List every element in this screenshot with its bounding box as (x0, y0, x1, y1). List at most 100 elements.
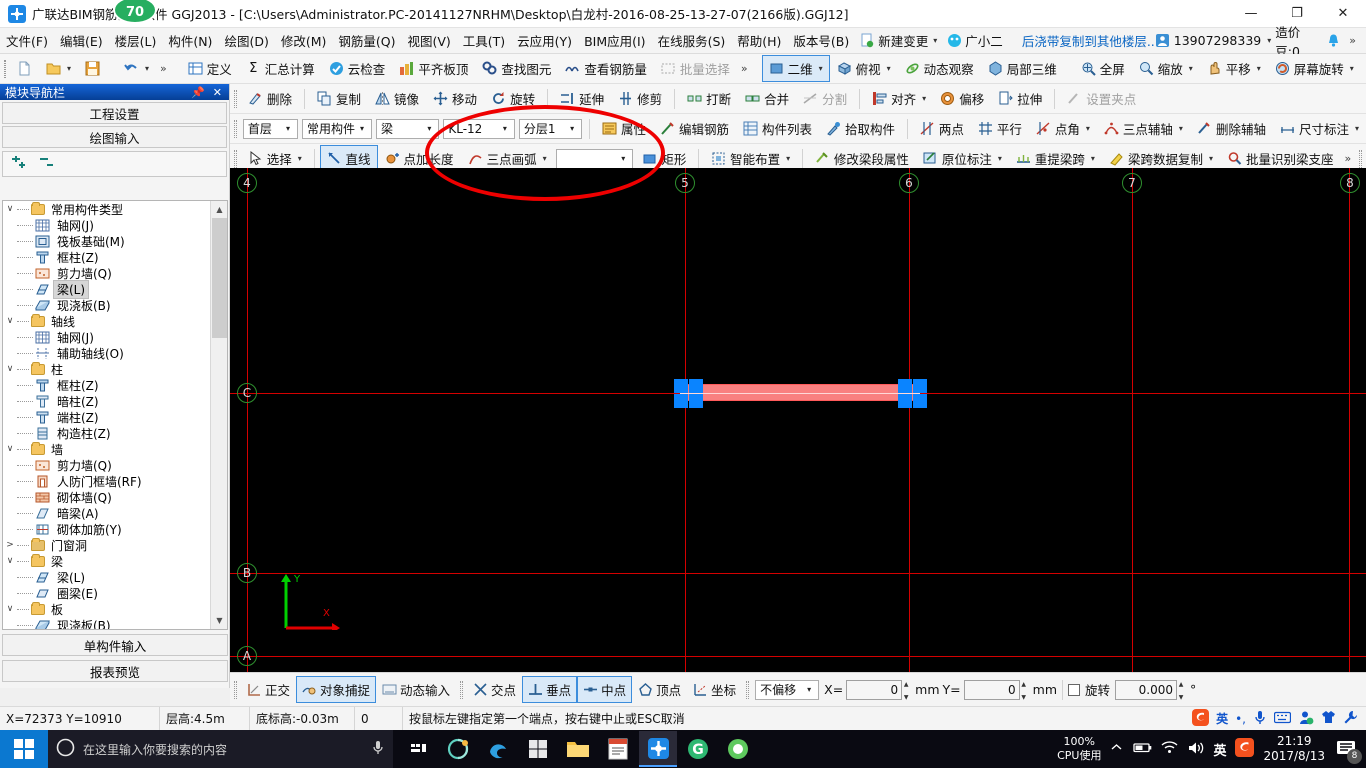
menu-floor[interactable]: 楼层(L) (109, 28, 163, 53)
menu-help[interactable]: 帮助(H) (731, 28, 787, 53)
zoom-button[interactable]: 缩放 ▾ (1132, 55, 1200, 82)
tree-item[interactable]: 圈梁(E) (3, 585, 211, 601)
drawing-canvas[interactable]: 4 5 6 7 8 C B A Y X (230, 168, 1366, 672)
view-2d-button[interactable]: 二维 ▾ (761, 55, 830, 82)
taskbar-app-spiral[interactable] (439, 731, 477, 767)
three-point-axis-button[interactable]: 三点辅轴 ▾ (1097, 115, 1190, 142)
tree-item[interactable]: 梁(L) (3, 569, 211, 585)
break-button[interactable]: 打断 (680, 85, 738, 112)
menu-tools[interactable]: 工具(T) (457, 28, 511, 53)
menubar-overflow[interactable]: » (1345, 34, 1360, 47)
chevron-down-icon[interactable]: ▾ (1086, 124, 1090, 133)
chevron-down-icon[interactable]: ▾ (543, 154, 547, 163)
taskbar-app-green-circle[interactable] (719, 731, 757, 767)
menu-cloud[interactable]: 云应用(Y) (511, 28, 578, 53)
layer-select[interactable]: 分层1 ▾ (518, 118, 583, 139)
tree-scrollbar[interactable]: ▲ ▼ (210, 201, 227, 629)
notification-center-button[interactable]: 8 (1334, 736, 1362, 764)
mic-icon[interactable] (1253, 710, 1267, 728)
chevron-down-icon[interactable]: ▾ (1350, 64, 1354, 73)
start-button[interactable] (0, 730, 48, 768)
draw-extra-select[interactable]: ▾ (555, 148, 634, 169)
tree-item[interactable]: ∨ 轴线 (3, 313, 211, 329)
chevron-down-icon[interactable]: ▾ (1257, 64, 1261, 73)
tree-item[interactable]: 现浇板(B) (3, 297, 211, 313)
chevron-down-icon[interactable]: ∨ (3, 204, 17, 214)
snap-coordinate[interactable]: 坐标 (687, 676, 742, 703)
mirror-button[interactable]: 镜像 (368, 85, 426, 112)
taskbar-app-store[interactable] (519, 731, 557, 767)
top-view-button[interactable]: 俯视 ▾ (830, 55, 898, 82)
move-button[interactable]: 移动 (426, 85, 484, 112)
properties-button[interactable]: 属性 (595, 115, 653, 142)
grip-handle[interactable] (674, 379, 688, 393)
wifi-icon[interactable] (1161, 741, 1178, 757)
dynamic-input-toggle[interactable]: 动态输入 (376, 676, 456, 703)
merge-button[interactable]: 合并 (738, 85, 796, 112)
chevron-down-icon[interactable]: ∨ (3, 364, 17, 374)
x-spinner[interactable]: ▲ ▼ (901, 681, 911, 701)
menu-file[interactable]: 文件(F) (0, 28, 54, 53)
tree-item[interactable]: ∨ 常用构件类型 (3, 201, 211, 217)
component-list-button[interactable]: 构件列表 (736, 115, 819, 142)
offset-group-grip[interactable] (746, 680, 750, 699)
menu-rebar[interactable]: 钢筋量(Q) (332, 28, 401, 53)
chevron-down-icon[interactable]: ▾ (281, 124, 295, 133)
view-rebar-button[interactable]: 查看钢筋量 (558, 55, 654, 82)
toolbar-grip[interactable] (4, 59, 6, 78)
tree-item[interactable]: 端柱(Z) (3, 409, 211, 425)
summary-calc-button[interactable]: Σ 汇总计算 (239, 55, 322, 82)
chevron-down-icon[interactable]: ▾ (355, 124, 369, 133)
undo-button[interactable]: ▾ (117, 57, 156, 80)
chevron-down-icon[interactable]: ▾ (1091, 154, 1095, 163)
copy-button[interactable]: 复制 (310, 85, 368, 112)
fullscreen-button[interactable]: 全屏 (1074, 55, 1132, 82)
grip-handle[interactable] (898, 379, 912, 393)
tree-item[interactable]: 暗柱(Z) (3, 393, 211, 409)
ortho-toggle[interactable]: 正交 (241, 676, 296, 703)
pan-button[interactable]: 平移 ▾ (1200, 55, 1268, 82)
tree-item[interactable]: 砌体墙(Q) (3, 489, 211, 505)
tree-item[interactable]: 构造柱(Z) (3, 425, 211, 441)
menu-version[interactable]: 版本号(B) (787, 28, 855, 53)
define-button[interactable]: 定义 (181, 55, 239, 82)
component-tree[interactable]: ∨ 常用构件类型 轴网(J) 筏板基础(M) 框柱(Z) 剪力墙(Q) 梁(L) 现浇板(B)… (2, 200, 228, 630)
ime-punct-icon[interactable]: •, (1235, 712, 1246, 726)
chevron-down-icon[interactable]: ∨ (3, 556, 17, 566)
chevron-down-icon[interactable]: ▾ (1189, 64, 1193, 73)
floor-select[interactable]: 首层 ▾ (242, 118, 299, 139)
draw-toolbar-overflow[interactable]: » (1341, 152, 1356, 165)
tree-item[interactable]: 现浇板(B) (3, 617, 211, 629)
ime-mode-label[interactable]: 英 (1216, 710, 1228, 727)
chevron-down-icon[interactable]: ∨ (3, 444, 17, 454)
chevron-up-icon[interactable] (1110, 741, 1123, 757)
taskbar-clock[interactable]: 21:19 2017/8/13 (1263, 734, 1325, 764)
find-element-button[interactable]: 查找图元 (475, 55, 558, 82)
component-toolbar-grip[interactable] (234, 119, 237, 138)
scroll-down-icon[interactable]: ▼ (211, 612, 227, 629)
bell-icon[interactable] (1326, 33, 1341, 48)
taskbar-ime-label[interactable]: 英 (1213, 740, 1226, 759)
align-button[interactable]: 对齐 ▾ (865, 85, 933, 112)
tree-item[interactable]: 框柱(Z) (3, 249, 211, 265)
drawing-input-button[interactable]: 绘图输入 (2, 126, 227, 148)
chevron-down-icon[interactable]: ▾ (1267, 36, 1271, 45)
tree-item[interactable]: 剪力墙(Q) (3, 457, 211, 473)
tree-item[interactable]: 辅助轴线(O) (3, 345, 211, 361)
scroll-thumb[interactable] (212, 218, 227, 338)
remove-icon[interactable] (39, 156, 57, 173)
menu-online-service[interactable]: 在线服务(S) (652, 28, 732, 53)
rotate-checkbox[interactable] (1068, 683, 1080, 696)
taskbar-app-sogou[interactable] (399, 731, 437, 767)
tree-item[interactable]: 人防门框墙(RF) (3, 473, 211, 489)
pin-icon[interactable]: 📌 (187, 86, 209, 99)
user-icon[interactable] (1298, 710, 1314, 728)
tree-item[interactable]: 梁(L) (3, 279, 211, 299)
chevron-down-icon[interactable]: ▾ (922, 94, 926, 103)
shirt-icon[interactable] (1321, 710, 1336, 728)
grip-handle[interactable] (913, 394, 927, 408)
local-3d-button[interactable]: 局部三维 (981, 55, 1064, 82)
grip-handle[interactable] (913, 379, 927, 393)
y-offset-input[interactable]: 0 ▲ ▼ (963, 679, 1026, 701)
report-preview-button[interactable]: 报表预览 (2, 660, 228, 682)
